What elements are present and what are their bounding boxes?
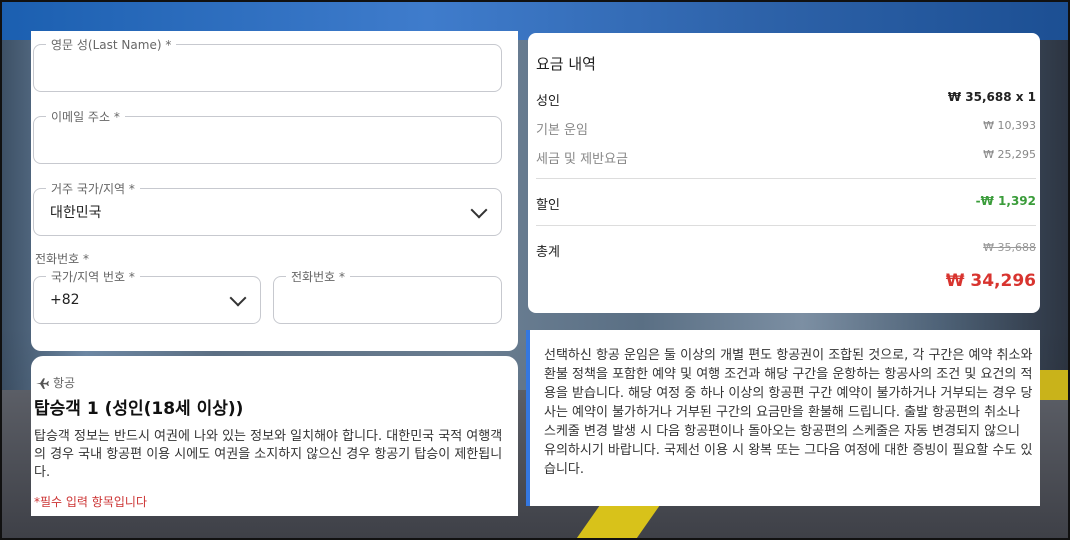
country-select[interactable]: 거주 국가/지역 * 대한민국 (33, 180, 502, 236)
chevron-down-icon (229, 289, 247, 307)
chevron-down-icon (470, 201, 488, 219)
country-value: 대한민국 (50, 205, 102, 221)
divider (536, 178, 1036, 179)
base-fare-value: ₩ 10,393 (983, 119, 1036, 132)
last-name-label: 영문 성(Last Name) * (46, 36, 177, 53)
fare-notice-text: 선택하신 항공 운임은 둘 이상의 개별 편도 항공권이 조합된 것으로, 각 … (544, 348, 1033, 477)
passenger-card: 항공 탑승객 1 (성인(18세 이상)) 탑승객 정보는 반드시 여권에 나와… (31, 356, 518, 516)
adult-label: 성인 (536, 94, 560, 109)
required-note: *필수 입력 항목입니다 (34, 495, 147, 509)
discount-value: -₩ 1,392 (975, 194, 1036, 208)
fare-notice: 선택하신 항공 운임은 둘 이상의 개별 편도 항공권이 조합된 것으로, 각 … (526, 330, 1040, 506)
phone-section-title: 전화번호 * (35, 252, 89, 266)
total-label: 총계 (536, 245, 560, 260)
contact-form-card: 영문 성(Last Name) * 이메일 주소 * 거주 국가/지역 * 대한… (31, 31, 518, 351)
discount-label: 할인 (536, 198, 560, 213)
tax-label: 세금 및 제반요금 (536, 152, 628, 167)
total-original-value: ₩ 35,688 (983, 241, 1036, 254)
passenger-description: 탑승객 정보는 반드시 여권에 나와 있는 정보와 일치해야 합니다. 대한민국… (34, 429, 503, 480)
divider (536, 225, 1036, 226)
flight-tag-label: 항공 (53, 376, 76, 390)
email-label: 이메일 주소 * (46, 108, 125, 125)
base-fare-row: 기본 운임 ₩ 10,393 (536, 119, 1036, 138)
phone-field[interactable]: 전화번호 * (273, 268, 502, 324)
flight-tag: 항공 (35, 374, 75, 391)
dial-code-select[interactable]: 국가/지역 번호 * +82 (33, 268, 261, 324)
tax-value: ₩ 25,295 (983, 148, 1036, 161)
email-field[interactable]: 이메일 주소 * (33, 108, 502, 164)
phone-label: 전화번호 * (286, 268, 350, 285)
last-name-field[interactable]: 영문 성(Last Name) * (33, 36, 502, 92)
airplane-icon (36, 377, 49, 389)
adult-row: 성인 ₩ 35,688 x 1 (536, 90, 1036, 109)
total-value: ₩ 34,296 (945, 271, 1036, 291)
tax-row: 세금 및 제반요금 ₩ 25,295 (536, 148, 1036, 167)
discount-row: 할인 -₩ 1,392 (536, 194, 1036, 213)
country-label: 거주 국가/지역 * (46, 180, 140, 197)
base-fare-label: 기본 운임 (536, 123, 588, 138)
dial-code-value: +82 (50, 292, 80, 308)
dial-code-label: 국가/지역 번호 * (46, 268, 140, 285)
price-title: 요금 내역 (536, 55, 596, 73)
adult-value: ₩ 35,688 x 1 (947, 90, 1036, 104)
passenger-title: 탑승객 1 (성인(18세 이상)) (34, 399, 244, 419)
price-summary-card: 요금 내역 성인 ₩ 35,688 x 1 기본 운임 ₩ 10,393 세금 … (528, 33, 1040, 313)
total-row: 총계 ₩ 35,688 (536, 241, 1036, 260)
